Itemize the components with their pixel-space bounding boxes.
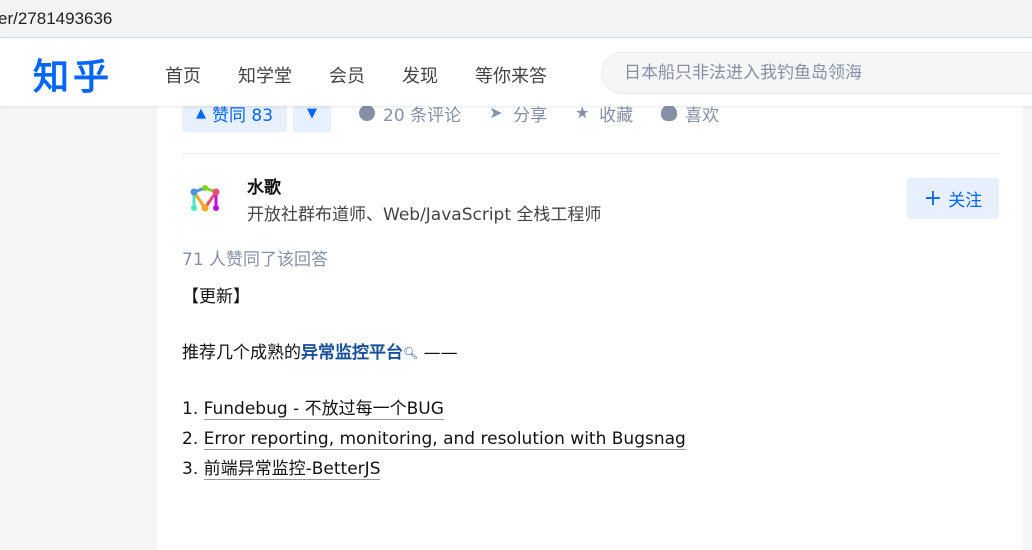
list-num: 1. xyxy=(182,399,199,419)
url-text[interactable]: er/2781493636 xyxy=(0,9,112,29)
author-bio: 开放社群布道师、Web/JavaScript 全栈工程师 xyxy=(247,205,602,225)
keyword-link[interactable]: 异常监控平台 xyxy=(301,343,403,363)
answer-card: ▲ 赞同 83 ▼ 20 条评论 ➤ 分享 ★ 收藏 喜欢 水歌 开放社群布道师… xyxy=(157,94,1023,550)
nav-membership[interactable]: 会员 xyxy=(329,62,365,88)
main-nav: 首页 知学堂 会员 发现 等你来答 xyxy=(165,62,584,88)
triangle-up-icon: ▲ xyxy=(196,105,206,121)
star-icon: ★ xyxy=(575,103,590,122)
search-icon: 🔍︎ xyxy=(403,346,419,360)
triangle-down-icon: ▼ xyxy=(307,105,318,121)
nav-discover[interactable]: 发现 xyxy=(402,62,438,88)
voters-count: 71 人赞同了该回答 xyxy=(182,250,329,270)
follow-label: 关注 xyxy=(948,191,983,211)
search-input[interactable] xyxy=(622,62,1026,84)
site-header: 知乎 首页 知学堂 会员 发现 等你来答 xyxy=(0,38,1032,106)
zhihu-logo[interactable]: 知乎 xyxy=(33,48,113,100)
nav-zhixuetang[interactable]: 知学堂 xyxy=(238,62,292,88)
link-betterjs[interactable]: 前端异常监控-BetterJS xyxy=(203,459,381,480)
list-item: 2. Error reporting, monitoring, and reso… xyxy=(182,424,686,454)
list-num: 2. xyxy=(182,429,199,449)
intro-suffix: —— xyxy=(418,343,458,363)
update-tag: 【更新】 xyxy=(182,287,250,307)
answer-content: 【更新】 推荐几个成熟的异常监控平台🔍︎ —— 1. Fundebug - 不放… xyxy=(182,282,686,484)
browser-address-bar[interactable]: er/2781493636 xyxy=(0,0,1032,38)
nav-waiting-answers[interactable]: 等你来答 xyxy=(475,62,547,88)
list-item: 3. 前端异常监控-BetterJS xyxy=(182,454,686,484)
author-name[interactable]: 水歌 xyxy=(247,173,281,198)
paper-plane-icon: ➤ xyxy=(489,103,503,122)
intro-prefix: 推荐几个成熟的 xyxy=(182,343,301,363)
comment-bubble-icon xyxy=(359,105,376,121)
link-bugsnag[interactable]: Error reporting, monitoring, and resolut… xyxy=(203,429,686,450)
nav-home[interactable]: 首页 xyxy=(165,62,201,88)
avatar[interactable] xyxy=(185,180,225,220)
search-box[interactable] xyxy=(601,52,1032,94)
plus-icon: + xyxy=(923,185,943,211)
intro-paragraph: 推荐几个成熟的异常监控平台🔍︎ —— xyxy=(182,338,686,368)
list-item: 1. Fundebug - 不放过每一个BUG xyxy=(182,394,686,424)
divider xyxy=(182,153,999,154)
heart-icon xyxy=(661,105,678,121)
link-fundebug[interactable]: Fundebug - 不放过每一个BUG xyxy=(203,399,444,420)
follow-button[interactable]: + 关注 xyxy=(907,178,999,219)
list-num: 3. xyxy=(182,459,199,479)
